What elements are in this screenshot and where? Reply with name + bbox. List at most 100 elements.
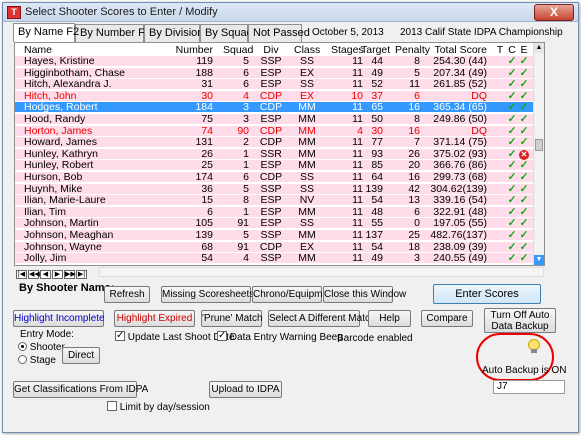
table-row[interactable]: Ilian, Tim 6 1 ESP MM 11 48 6 322.91 (48) ✓ ✓: [15, 205, 534, 218]
close-button[interactable]: X: [534, 4, 574, 21]
shooter-radio[interactable]: Shooter: [18, 341, 65, 353]
cell-div: ESP: [260, 113, 282, 125]
cell-class: MM: [298, 101, 316, 114]
check-icon: ✓: [519, 182, 529, 195]
prune-match-button[interactable]: 'Prune' Match: [201, 310, 263, 327]
warning-beep-checkbox[interactable]: Data Entry Warning Beep: [217, 330, 343, 345]
table-row[interactable]: Johnson, Wayne 68 91 CDP EX 11 54 18 238.09 (39)…: [15, 240, 534, 253]
shooter-grid[interactable]: Name Number Squad Div Class Stages Targe…: [14, 42, 545, 266]
nav-prev-page-icon[interactable]: ◀◀: [28, 270, 40, 279]
table-row[interactable]: Hunley, Kathryn 26 1 SSR MM 11 93 26 375.02 (93)…: [15, 147, 534, 160]
nav-last-icon[interactable]: ▶|: [76, 270, 87, 279]
check-icon: ✓: [507, 136, 517, 149]
scroll-up-icon[interactable]: ▲: [534, 43, 544, 53]
horizontal-scrollbar[interactable]: [99, 267, 544, 277]
cell-target: 50: [371, 113, 383, 125]
tab-by-name[interactable]: By Name F2: [13, 23, 79, 42]
cell-class: MM: [298, 205, 316, 218]
cell-class: EX: [299, 66, 314, 79]
cell-div: ESP: [260, 205, 282, 218]
nav-first-icon[interactable]: |◀: [16, 270, 27, 279]
enter-scores-button[interactable]: Enter Scores: [433, 284, 541, 304]
table-row[interactable]: Higginbotham, Chase 188 6 ESP EX 11 49 5 207.34 …: [15, 66, 534, 79]
cell-name: Jolly, Jim: [24, 252, 67, 265]
table-row[interactable]: Horton, James 74 90 CDP MM 4 30 16 DQ ✓ ✓: [15, 124, 534, 137]
nav-next-icon[interactable]: ▶: [52, 270, 63, 279]
cell-squad: 6: [243, 66, 249, 79]
table-row[interactable]: Hunley, Robert 25 1 ESP MM 11 85 20 366.76 (86) ✓…: [15, 159, 534, 172]
cell-stages: 11: [352, 66, 363, 79]
table-row[interactable]: Ilian, Marie-Laure 15 8 ESP NV 11 54 13 339.16 (…: [15, 194, 534, 207]
table-row[interactable]: Hurson, Bob 174 6 CDP SS 11 64 16 299.73 (68) ✓ ✓: [15, 172, 534, 183]
get-classifications-button[interactable]: Get Classifications From IDPA: [13, 381, 148, 398]
cell-class: SS: [299, 171, 314, 183]
turn-off-backup-button[interactable]: Turn Off Auto Data Backup: [484, 308, 556, 333]
table-row[interactable]: Hitch, John 30 4 CDP EX 10 37 6 DQ ✓ ✓: [15, 89, 534, 102]
tab-not-passed[interactable]: Not Passed: [248, 24, 310, 42]
table-row[interactable]: Hitch, Alexandra J. 31 6 ESP SS 11 52 11 261.85 …: [15, 78, 534, 91]
cell-total: 482.76(137): [430, 229, 487, 241]
table-row[interactable]: Hayes, Kristine 119 5 SSP SS 11 44 8 254.30 (44)…: [15, 56, 534, 67]
match-date: October 5, 2013: [312, 27, 384, 38]
tab-by-squad[interactable]: By Squad: [200, 24, 253, 42]
cell-div: SSR: [260, 147, 282, 160]
nav-prev-icon[interactable]: ◀: [40, 270, 51, 279]
select-match-button[interactable]: Select A Different Match: [268, 310, 376, 327]
cell-class: SS: [299, 55, 314, 67]
table-row[interactable]: Jolly, Jim 54 4 SSP MM 11 49 3 240.55 (49) ✓ ✓: [15, 252, 534, 265]
cell-total: DQ: [471, 124, 487, 137]
cell-div: ESP: [260, 66, 282, 79]
tab-by-division[interactable]: By Division: [144, 24, 203, 42]
cell-number: 68: [201, 240, 213, 253]
scroll-thumb[interactable]: [535, 139, 543, 151]
cell-stages: 11: [352, 171, 363, 183]
match-name: 2013 Calif State IDPA Championship: [400, 27, 563, 38]
cell-stages: 11: [352, 55, 363, 67]
barcode-input[interactable]: J7: [493, 380, 565, 394]
table-row[interactable]: Hodges, Robert 184 3 CDP MM 11 65 16 365.34 (65)…: [15, 101, 534, 114]
table-row[interactable]: Huynh, Mike 36 5 SSP SS 11 139 42 304.62(139) ✓ ✓: [15, 182, 534, 195]
auto-backup-status: Auto Backup is ON: [482, 365, 567, 376]
cell-stages: 11: [352, 240, 363, 253]
direct-button[interactable]: Direct: [62, 347, 100, 364]
limit-session-checkbox[interactable]: Limit by day/session: [107, 401, 210, 415]
cell-name: Hitch, Alexandra J.: [24, 78, 112, 91]
stage-radio[interactable]: Stage: [18, 354, 56, 366]
nav-next-page-icon[interactable]: ▶▶: [64, 270, 76, 279]
col-header-t[interactable]: T: [494, 44, 506, 56]
scroll-down-icon[interactable]: ▼: [534, 255, 544, 265]
missing-scoresheets-button[interactable]: Missing Scoresheets: [161, 286, 254, 303]
cell-penalty: 16: [408, 101, 420, 114]
table-row[interactable]: Hood, Randy 75 3 ESP MM 11 50 8 249.86 (50) ✓ ✓: [15, 114, 534, 125]
cell-div: CDP: [259, 171, 283, 183]
upload-idpa-button[interactable]: Upload to IDPA: [209, 381, 282, 398]
check-icon: ✓: [519, 194, 529, 207]
highlight-expired-button[interactable]: Highlight Expired: [114, 310, 195, 327]
vertical-scrollbar[interactable]: ▲ ▼: [533, 43, 544, 265]
table-row[interactable]: Howard, James 131 2 CDP MM 11 77 7 371.14 (75) ✓ ✓: [15, 136, 534, 149]
cell-div: ESP: [260, 194, 282, 207]
table-row[interactable]: Johnson, Meaghan 139 5 SSP MM 11 137 25 482.76(1…: [15, 230, 534, 241]
cell-stages: 11: [352, 113, 363, 125]
check-icon: ✓: [519, 136, 529, 149]
cell-squad: 5: [243, 182, 249, 195]
cell-div: CDP: [259, 124, 283, 137]
cell-penalty: 6: [414, 205, 420, 218]
table-row[interactable]: Johnson, Martin 105 91 ESP SS 11 55 0 197.05 (55…: [15, 217, 534, 230]
cell-number: 105: [195, 217, 213, 230]
help-button[interactable]: Help: [368, 310, 411, 327]
close-window-button[interactable]: Close this Window: [323, 286, 406, 303]
highlight-incomplete-button[interactable]: Highlight Incomplete: [13, 310, 105, 327]
refresh-button[interactable]: Refresh: [104, 286, 150, 303]
cell-squad: 5: [243, 55, 249, 67]
cell-name: Howard, James: [24, 136, 97, 149]
tab-by-number[interactable]: By Number F3: [75, 24, 151, 42]
cell-stages: 11: [352, 159, 363, 172]
chrono-equipment-button[interactable]: Chrono/Equipment: [252, 286, 336, 303]
cell-class: MM: [298, 147, 316, 160]
cell-penalty: 8: [414, 113, 420, 125]
cell-penalty: 7: [414, 136, 420, 149]
cell-stages: 10: [351, 89, 363, 102]
compare-button[interactable]: Compare: [421, 310, 473, 327]
check-icon: ✓: [519, 217, 529, 230]
